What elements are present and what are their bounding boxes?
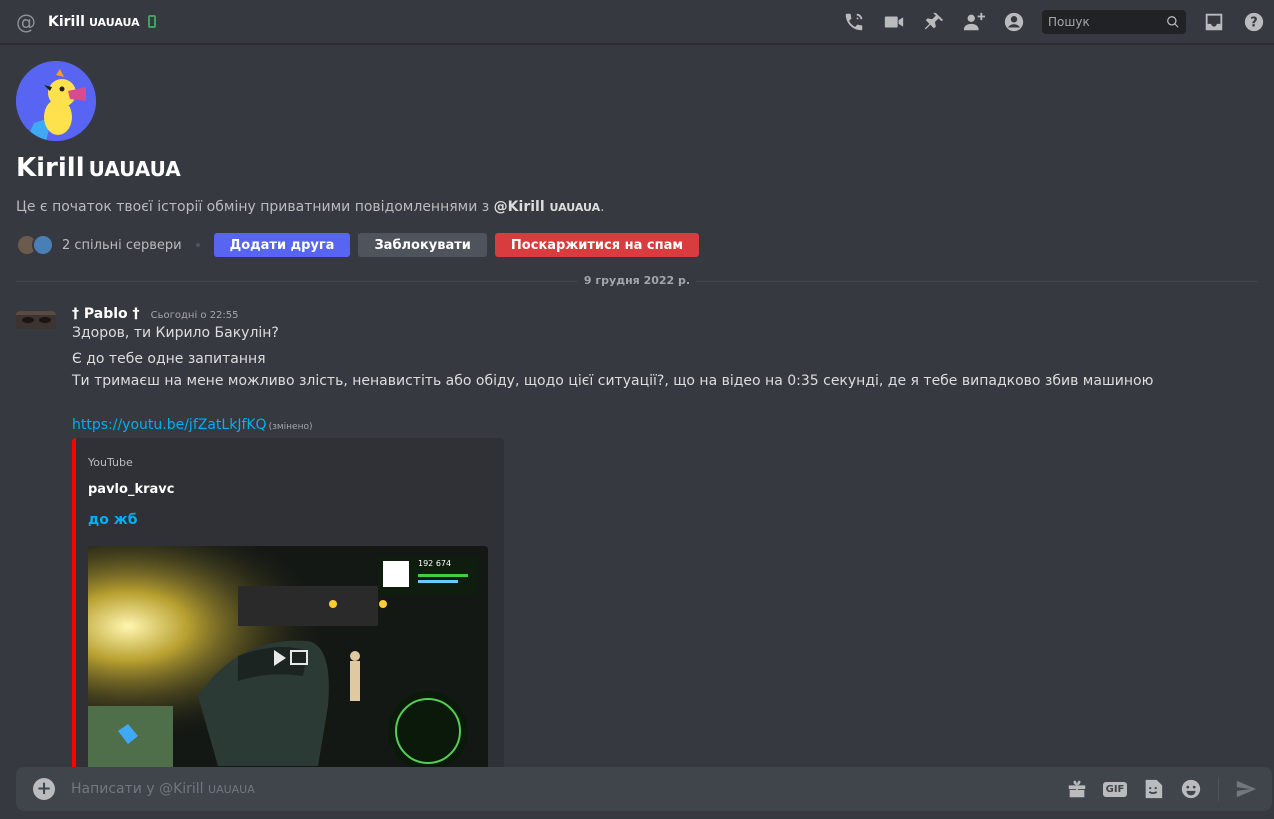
gif-picker-button[interactable]: GIF (1102, 777, 1128, 801)
embed-title[interactable]: до жб (88, 512, 138, 528)
channel-header: @ Kirill UAUAUA Пошук ? (0, 0, 1274, 44)
header-username: Kirill (48, 13, 85, 30)
message-link-line: https://youtu.be/jfZatLkJfKQ (змінено) (72, 417, 313, 433)
intro-mention: @Kirill (493, 199, 545, 215)
intro-tag: UAUAUA (549, 201, 601, 214)
profile-avatar[interactable] (16, 61, 96, 141)
inbox-icon[interactable] (1202, 10, 1226, 34)
dm-intro-text: Це є початок твоєї історії обміну приват… (16, 199, 605, 215)
header-usertag: UAUAUA (88, 15, 140, 29)
block-button[interactable]: Заблокувати (358, 233, 487, 257)
sticker-icon[interactable] (1141, 777, 1165, 801)
date-divider-label: 9 грудня 2022 р. (577, 274, 697, 287)
embed-author[interactable]: pavlo_kravc (88, 482, 174, 497)
at-icon: @ (16, 9, 36, 34)
channel-title[interactable]: Kirill UAUAUA (48, 14, 140, 30)
date-divider: 9 грудня 2022 р. (16, 274, 1258, 287)
composer-placeholder: Написати у @Kirill (71, 781, 204, 797)
embed-provider[interactable]: YouTube (88, 456, 133, 469)
video-thumbnail[interactable]: 192 674 (88, 546, 488, 767)
header-toolbar: Пошук ? (834, 0, 1274, 44)
intro-prefix: Це є початок твоєї історії обміну приват… (16, 199, 494, 215)
pin-icon[interactable] (922, 10, 946, 34)
message-composer: + Написати у @Kirill UAUAUA GIF (16, 767, 1272, 811)
mutual-servers-link[interactable]: 2 спільні сервери (62, 238, 182, 253)
server-icon (32, 234, 54, 256)
search-input[interactable]: Пошук (1042, 9, 1186, 34)
message-header: † Pablo † Сьогодні о 22:55 (72, 303, 239, 322)
profile-username: Kirill (16, 153, 85, 183)
composer-separator (1218, 777, 1219, 801)
add-friend-button[interactable]: Додати друга (213, 233, 351, 257)
emoji-icon[interactable] (1179, 777, 1203, 801)
profile-actions: 2 спільні сервери Додати друга Заблокува… (16, 233, 707, 257)
message-text-line: Є до тебе одне запитання (72, 351, 266, 367)
report-spam-button[interactable]: Поскаржитися на спам (494, 233, 699, 257)
help-icon[interactable]: ? (1242, 10, 1266, 34)
gif-label: GIF (1102, 781, 1128, 797)
hud-money-text: 192 674 (418, 559, 451, 568)
youtube-embed: YouTube pavlo_kravc до жб 192 674 (72, 438, 504, 767)
composer-placeholder-tag: UAUAUA (208, 783, 255, 796)
svg-text:?: ? (1250, 15, 1257, 30)
message-avatar[interactable] (16, 311, 56, 329)
mutual-server-icons[interactable] (16, 234, 54, 256)
message-timestamp: Сьогодні о 22:55 (150, 310, 239, 321)
message-author[interactable]: † Pablo † (72, 306, 140, 322)
profile-usertag: UAUAUA (88, 157, 181, 181)
search-icon (1167, 15, 1179, 28)
voice-call-icon[interactable] (842, 10, 866, 34)
message-text-line: Ти тримаєш на мене можливо злість, ненав… (72, 373, 1154, 389)
attach-plus-icon[interactable]: + (33, 778, 55, 800)
message-list: Kirill UAUAUA Це є початок твоєї історії … (0, 45, 1274, 767)
profile-name: Kirill UAUAUA (16, 153, 181, 183)
add-friends-icon[interactable] (962, 10, 986, 34)
video-call-icon[interactable] (882, 10, 906, 34)
send-icon[interactable] (1234, 777, 1258, 801)
message-text-line: Здоров, ти Кирило Бакулін? (72, 325, 279, 341)
mobile-status-icon (147, 15, 156, 28)
youtube-link[interactable]: https://youtu.be/jfZatLkJfKQ (72, 417, 267, 433)
gift-icon[interactable] (1065, 777, 1089, 801)
message-input[interactable]: Написати у @Kirill UAUAUA (71, 781, 1058, 797)
separator-dot (195, 243, 200, 247)
search-placeholder: Пошук (1048, 14, 1090, 29)
intro-suffix: . (600, 199, 605, 215)
user-profile-icon[interactable] (1002, 10, 1026, 34)
edited-label: (змінено) (268, 422, 313, 432)
